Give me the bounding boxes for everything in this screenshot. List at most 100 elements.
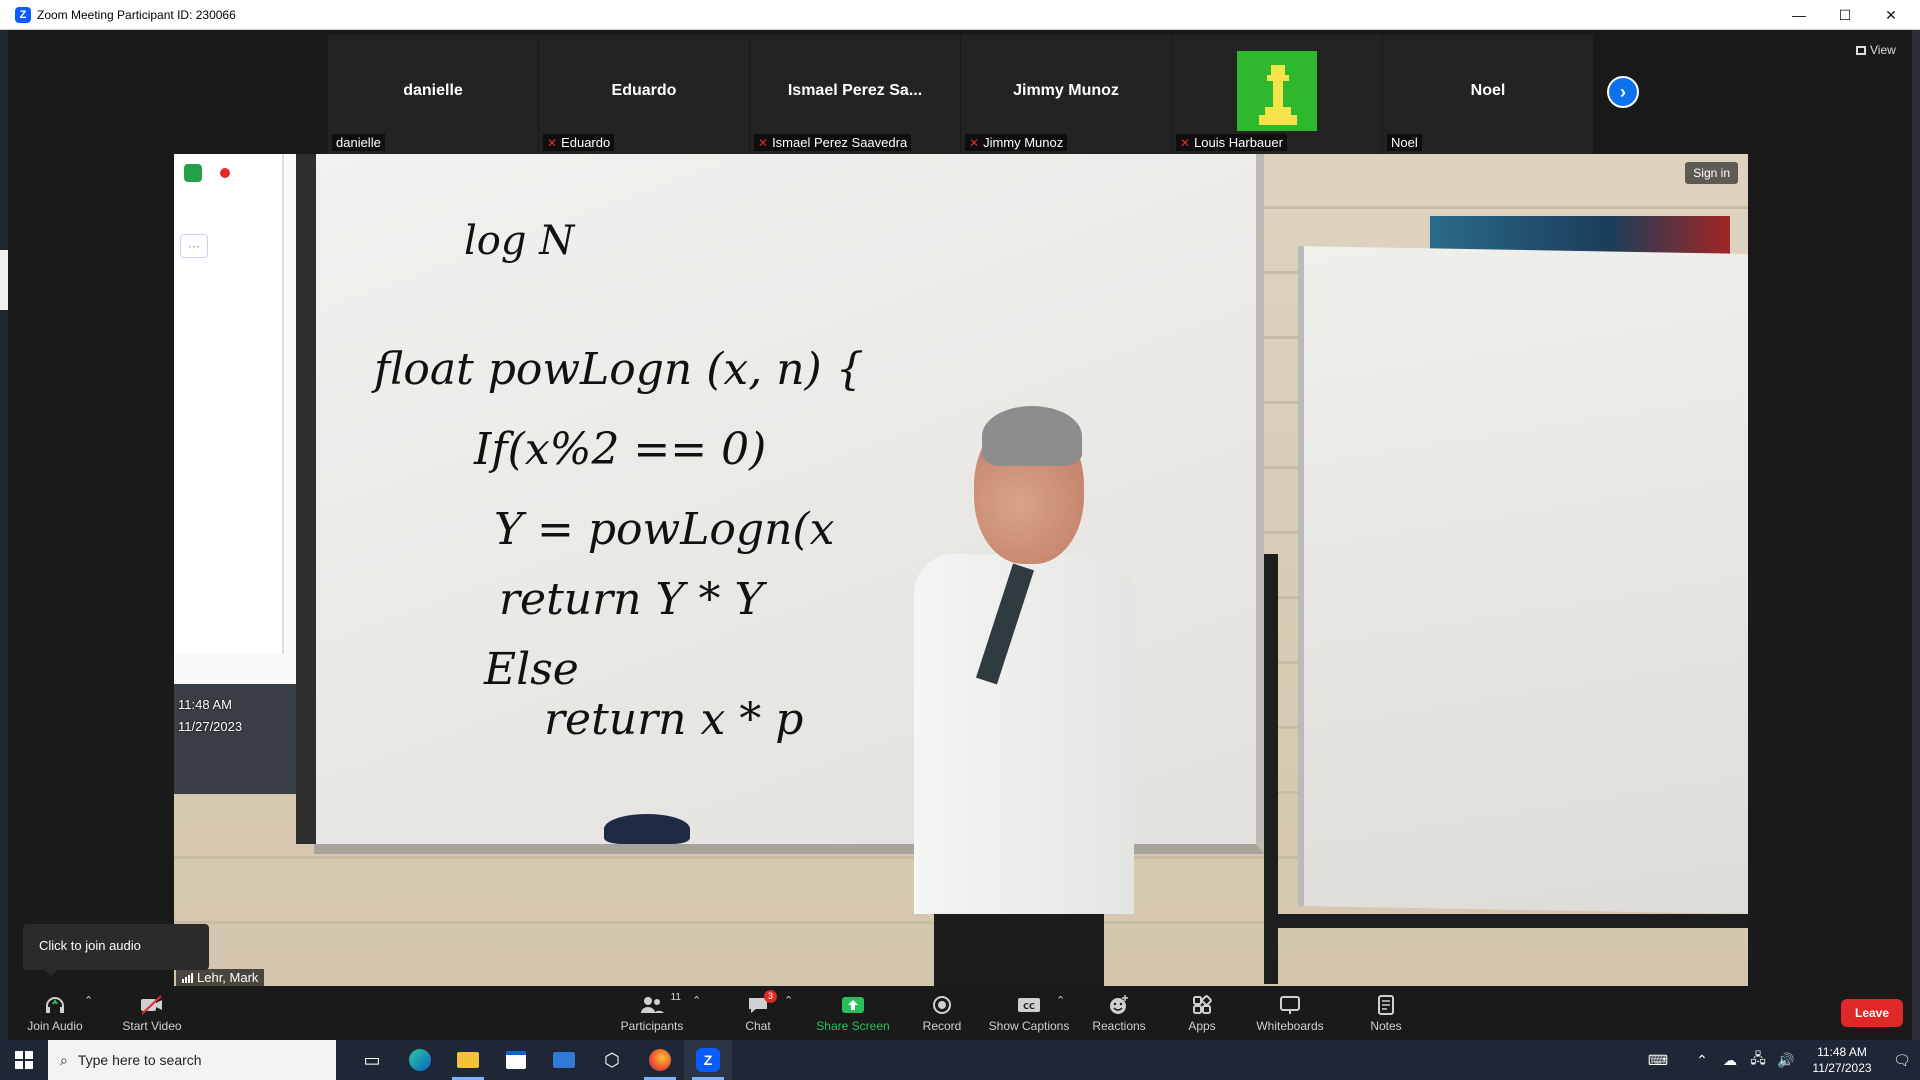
leave-button[interactable]: Leave bbox=[1841, 999, 1903, 1027]
participant-tile[interactable]: danielle danielle bbox=[328, 35, 538, 155]
participants-label: Participants bbox=[620, 1018, 684, 1033]
signal-strength-icon bbox=[182, 972, 193, 983]
participants-icon: 11 bbox=[639, 992, 681, 1016]
system-tray: ⌨ ⌃ ☁ 🖧 🔊 11:48 AM 11/27/2023 🗨 bbox=[1628, 1040, 1920, 1080]
start-video-button[interactable]: Start Video bbox=[112, 986, 192, 1040]
apps-button[interactable]: Apps bbox=[1172, 986, 1232, 1040]
microsoft-store-icon[interactable] bbox=[492, 1040, 540, 1080]
view-button[interactable]: View bbox=[1856, 43, 1896, 57]
chat-caret-icon[interactable]: ⌃ bbox=[784, 994, 793, 1007]
participant-tag-label: Jimmy Munoz bbox=[983, 135, 1064, 150]
participant-display-name: Ismael Perez Sa... bbox=[787, 82, 923, 99]
window-title: Zoom Meeting Participant ID: 230066 bbox=[37, 7, 236, 22]
chat-label: Chat bbox=[745, 1018, 771, 1033]
firefox-icon[interactable] bbox=[636, 1040, 684, 1080]
shield-icon bbox=[184, 164, 202, 182]
zoom-logo-icon: Z bbox=[15, 6, 31, 23]
sign-in-button[interactable]: Sign in bbox=[1685, 162, 1738, 184]
windows-logo-icon bbox=[15, 1051, 33, 1069]
participant-name-tag: ✕ Ismael Perez Saavedra bbox=[754, 134, 912, 151]
participant-display-name: Noel bbox=[1470, 82, 1506, 99]
participant-tile[interactable]: ✕ Louis Harbauer bbox=[1172, 35, 1382, 155]
participant-tag-label: Ismael Perez Saavedra bbox=[772, 135, 908, 150]
chat-badge: 3 bbox=[764, 989, 777, 1003]
board-line: log N bbox=[464, 218, 576, 264]
task-view-icon[interactable]: ▭ bbox=[348, 1040, 396, 1080]
participant-name-tag: Noel bbox=[1387, 134, 1422, 151]
whiteboards-button[interactable]: Whiteboards bbox=[1244, 986, 1336, 1040]
join-audio-tooltip: Click to join audio bbox=[23, 924, 209, 976]
main-video[interactable]: log N float powLogn (x, n) { If(x%2 == 0… bbox=[174, 154, 1748, 986]
participant-tile[interactable]: Jimmy Munoz ✕ Jimmy Munoz bbox=[961, 35, 1171, 155]
presenter bbox=[904, 406, 1144, 986]
taskbar-time: 11:48 AM bbox=[1817, 1045, 1867, 1059]
start-button[interactable] bbox=[0, 1040, 48, 1080]
record-button[interactable]: Record bbox=[912, 986, 972, 1040]
participant-name-tag: danielle bbox=[332, 134, 385, 151]
package-app-icon[interactable]: ⬡ bbox=[588, 1040, 636, 1080]
participant-name-tag: ✕ Jimmy Munoz bbox=[965, 134, 1068, 151]
taskbar-clock[interactable]: 11:48 AM 11/27/2023 bbox=[1800, 1044, 1884, 1076]
minimize-button[interactable]: — bbox=[1776, 0, 1822, 30]
reactions-icon bbox=[1106, 994, 1132, 1016]
mic-muted-icon: ✕ bbox=[969, 135, 980, 150]
mic-muted-icon: ✕ bbox=[758, 135, 769, 150]
keyboard-icon[interactable]: ⌨ bbox=[1628, 1052, 1688, 1069]
meeting-toolbar: Join Audio ⌃ Start Video 11 Participants… bbox=[8, 986, 1912, 1040]
notes-icon bbox=[1373, 994, 1399, 1016]
zoom-app-icon[interactable]: Z bbox=[684, 1040, 732, 1080]
next-page-chevron-icon[interactable]: › bbox=[1607, 76, 1639, 108]
projected-screen: ··· 11:48 AM 11/27/2023 bbox=[174, 154, 296, 794]
whiteboard-eraser bbox=[604, 814, 690, 844]
chat-icon: 3 bbox=[745, 989, 777, 1016]
participants-button[interactable]: 11 Participants bbox=[612, 986, 692, 1040]
projected-zoom-panel: ··· bbox=[174, 154, 284, 654]
show-captions-label: Show Captions bbox=[988, 1018, 1070, 1033]
share-screen-icon bbox=[840, 994, 866, 1016]
participant-tile[interactable]: Noel Noel bbox=[1383, 35, 1593, 155]
board-line: Else bbox=[483, 644, 579, 695]
view-label: View bbox=[1870, 43, 1896, 57]
participants-caret-icon[interactable]: ⌃ bbox=[692, 994, 701, 1007]
file-explorer-icon[interactable] bbox=[444, 1040, 492, 1080]
chat-button[interactable]: 3 Chat bbox=[728, 986, 788, 1040]
notes-button[interactable]: Notes bbox=[1356, 986, 1416, 1040]
taskbar-search[interactable]: ⌕ Type here to search bbox=[48, 1040, 336, 1080]
participant-display-name: Eduardo bbox=[611, 82, 677, 99]
show-hidden-icons-chevron-icon[interactable]: ⌃ bbox=[1688, 1052, 1716, 1069]
record-icon bbox=[929, 994, 955, 1016]
share-screen-button[interactable]: Share Screen bbox=[810, 986, 896, 1040]
captions-caret-icon[interactable]: ⌃ bbox=[1056, 994, 1065, 1007]
windows-taskbar: ⌕ Type here to search ▭ ⬡ Z ⌨ ⌃ ☁ 🖧 🔊 11… bbox=[0, 1040, 1920, 1080]
edge-browser-icon[interactable] bbox=[396, 1040, 444, 1080]
audio-options-caret-icon[interactable]: ⌃ bbox=[84, 994, 93, 1007]
notifications-icon[interactable]: 🗨 bbox=[1884, 1052, 1920, 1069]
maximize-button[interactable]: ☐ bbox=[1822, 0, 1868, 30]
reactions-button[interactable]: Reactions bbox=[1084, 986, 1154, 1040]
projector-frame bbox=[296, 154, 316, 844]
mail-icon[interactable] bbox=[540, 1040, 588, 1080]
participant-tile[interactable]: Eduardo ✕ Eduardo bbox=[539, 35, 749, 155]
onedrive-cloud-icon[interactable]: ☁ bbox=[1716, 1052, 1744, 1069]
network-icon[interactable]: 🖧 bbox=[1744, 1048, 1772, 1072]
close-button[interactable]: ✕ bbox=[1868, 0, 1914, 30]
taskbar-date: 11/27/2023 bbox=[1812, 1061, 1872, 1075]
board-line: If(x%2 == 0) bbox=[473, 424, 766, 475]
apps-label: Apps bbox=[1188, 1018, 1216, 1033]
participant-tile[interactable]: Ismael Perez Sa... ✕ Ismael Perez Saavedr… bbox=[750, 35, 960, 155]
apps-icon bbox=[1189, 994, 1215, 1016]
grid-view-icon bbox=[1856, 45, 1866, 55]
board-line: return x * p bbox=[544, 694, 803, 745]
participant-name-tag: ✕ Eduardo bbox=[543, 134, 615, 151]
participant-display-name: Jimmy Munoz bbox=[1013, 82, 1119, 99]
chess-pawn-avatar-icon bbox=[1237, 51, 1317, 131]
projected-date: 11/27/2023 bbox=[178, 719, 243, 734]
join-audio-button[interactable]: Join Audio bbox=[20, 986, 90, 1040]
participant-tag-label: Louis Harbauer bbox=[1194, 135, 1283, 150]
participant-tag-label: danielle bbox=[336, 135, 381, 150]
volume-icon[interactable]: 🔊 bbox=[1772, 1052, 1800, 1069]
headphones-icon bbox=[42, 994, 68, 1016]
video-off-icon bbox=[139, 994, 165, 1016]
participant-avatar bbox=[1237, 51, 1317, 131]
projected-clock: 11:48 AM 11/27/2023 bbox=[178, 694, 242, 738]
